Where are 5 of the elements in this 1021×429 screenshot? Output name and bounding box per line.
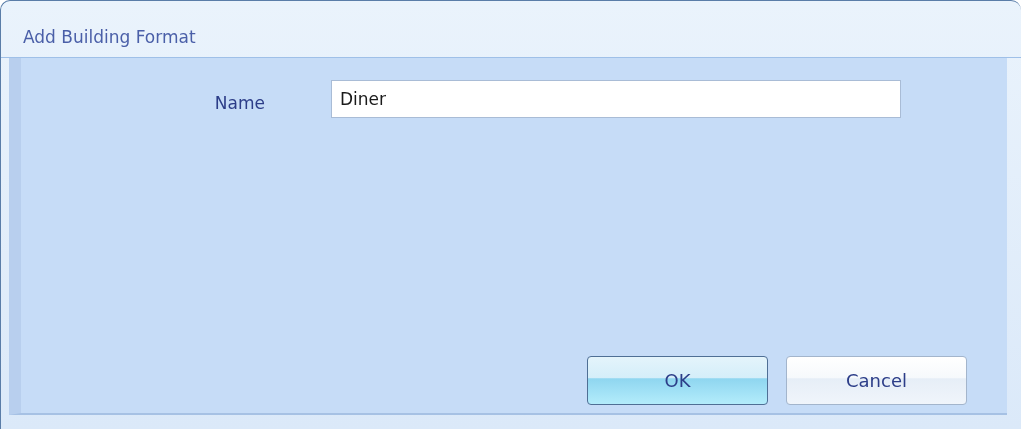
- name-field[interactable]: Diner: [331, 80, 901, 118]
- window-title: Add Building Format: [23, 27, 196, 47]
- ok-button[interactable]: OK: [587, 356, 768, 405]
- field-label: Name: [213, 93, 266, 113]
- cancel-button[interactable]: Cancel: [786, 356, 967, 405]
